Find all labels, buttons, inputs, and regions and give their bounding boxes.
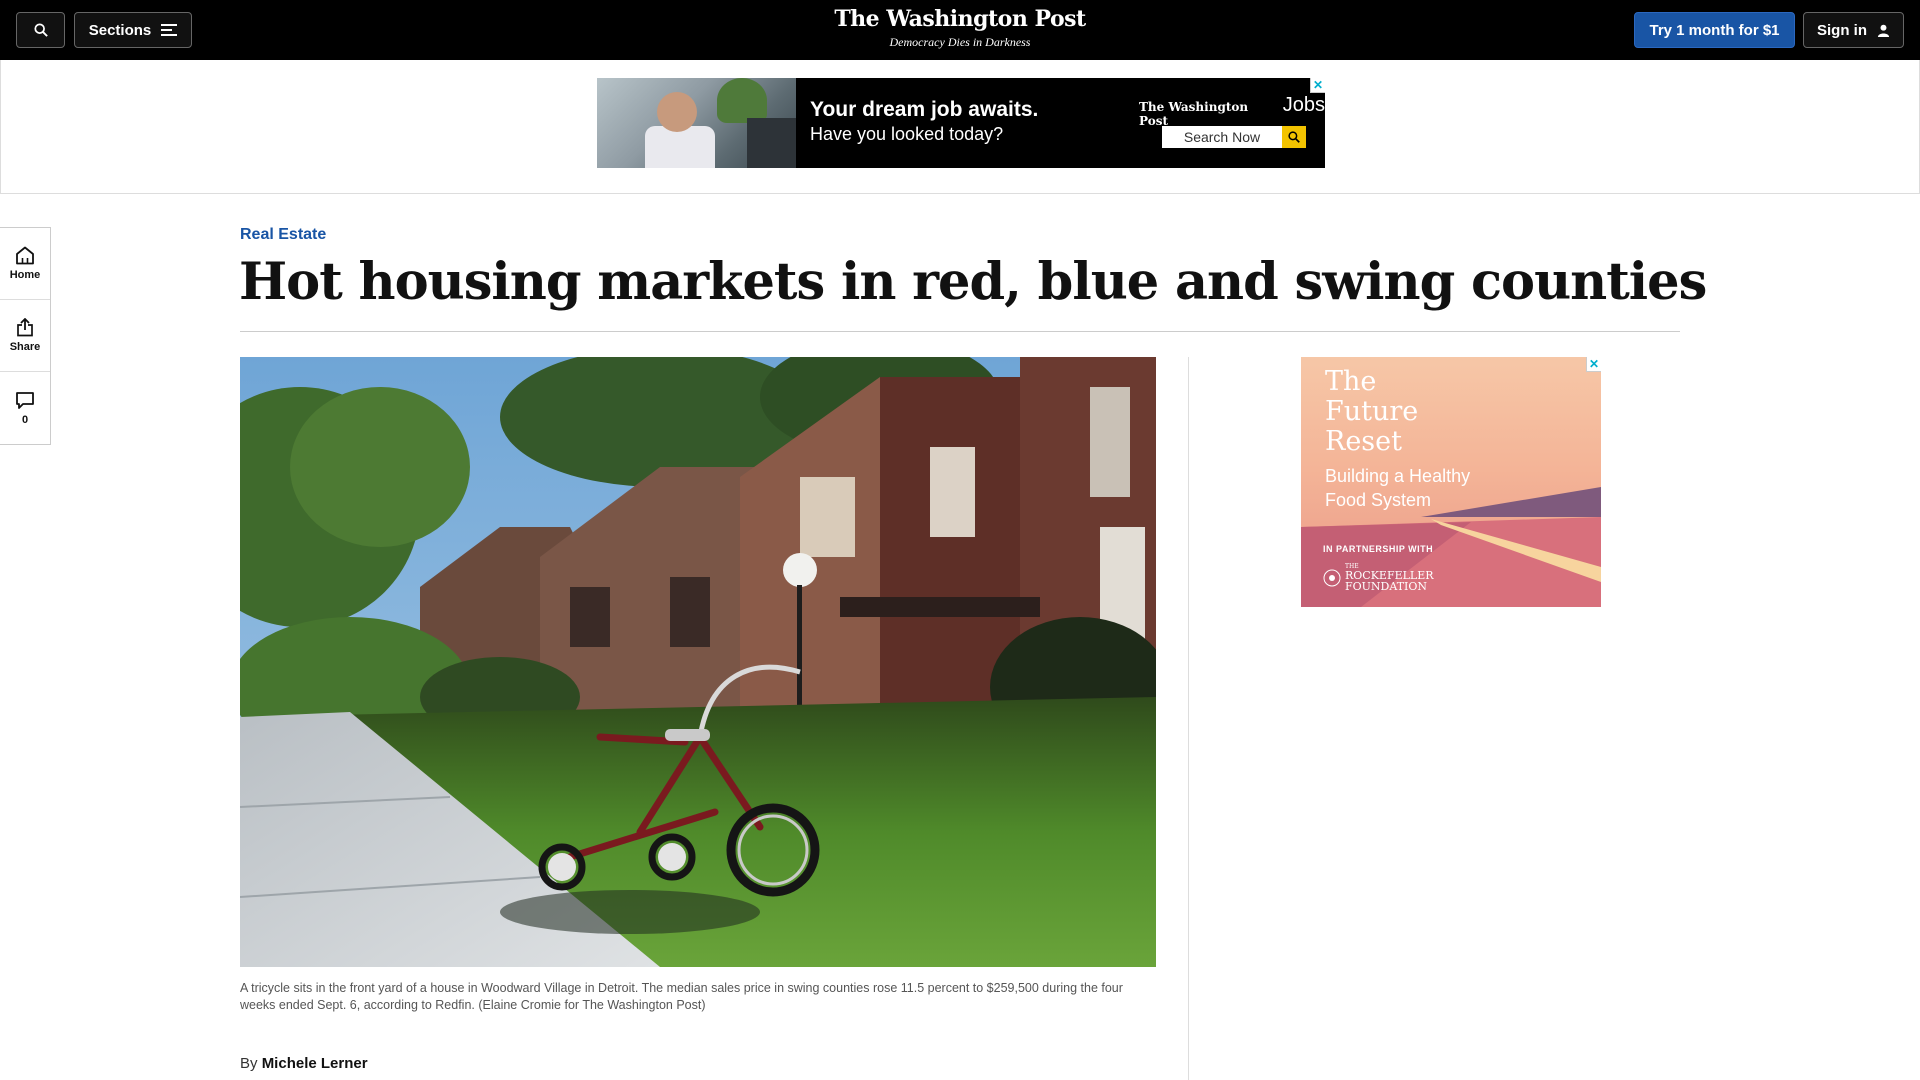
ad-subtitle-line: Building a Healthy: [1325, 466, 1471, 486]
ad-subline: Have you looked today?: [810, 124, 1004, 144]
subscribe-button[interactable]: Try 1 month for $1: [1634, 12, 1795, 48]
photo-caption: A tricycle sits in the front yard of a h…: [240, 981, 1123, 1012]
byline-prefix: By: [240, 1055, 258, 1072]
ad-photo: [597, 78, 796, 168]
jobs-ad-banner[interactable]: Your dream job awaits. Have you looked t…: [597, 78, 1325, 168]
ad-title-line: Reset: [1325, 426, 1402, 457]
search-button[interactable]: [16, 12, 65, 48]
ad-subtitle-line: Food System: [1325, 490, 1432, 510]
sections-label: Sections: [88, 21, 152, 39]
top-ad-strip: Your dream job awaits. Have you looked t…: [0, 60, 1920, 194]
column-divider: [1188, 357, 1189, 1080]
rail-home-button[interactable]: Home: [0, 228, 50, 300]
author-link[interactable]: Michele Lerner: [262, 1055, 368, 1072]
ad-subtitle: Building a Healthy Food System: [1325, 464, 1470, 512]
logo-tagline: Democracy Dies in Darkness: [889, 35, 1031, 49]
comment-icon: [16, 391, 34, 409]
ad-title: The Future Reset: [1325, 367, 1418, 457]
article-headline: Hot housing markets in red, blue and swi…: [239, 252, 1707, 312]
sections-button[interactable]: Sections: [74, 12, 192, 48]
lead-photo[interactable]: [240, 357, 1156, 967]
foundation-name: FOUNDATION: [1345, 580, 1428, 593]
search-icon: [1288, 131, 1300, 143]
site-logo[interactable]: The Washington Post Democracy Dies in Da…: [810, 6, 1110, 50]
ad-search-go-button[interactable]: [1282, 126, 1306, 148]
ad-close-icon[interactable]: ✕: [1310, 78, 1325, 93]
byline: By Michele Lerner: [240, 1055, 368, 1072]
home-icon: [16, 246, 34, 265]
search-icon: [33, 23, 48, 37]
rail-comments-count: 0: [21, 413, 29, 426]
rail-share-button[interactable]: Share: [0, 300, 50, 372]
foundation-emblem-icon: [1323, 569, 1341, 586]
ad-title-line: Future: [1325, 396, 1419, 427]
ad-close-icon[interactable]: ✕: [1586, 357, 1601, 372]
ad-brand-name: The Washington Post: [1139, 100, 1249, 128]
ad-title-line: The: [1325, 366, 1377, 397]
share-icon: [17, 318, 33, 337]
ad-partner-label: IN PARTNERSHIP WITH: [1323, 544, 1434, 554]
logo-name: The Washington Post: [834, 6, 1086, 32]
rail-comments-button[interactable]: 0: [0, 372, 50, 444]
headline-divider: [240, 331, 1680, 332]
ad-brand-suffix: Jobs: [1282, 94, 1325, 116]
left-action-rail: Home Share 0: [0, 227, 51, 445]
sign-in-label: Sign in: [1817, 21, 1867, 39]
section-kicker-link[interactable]: Real Estate: [240, 226, 326, 244]
rail-share-label: Share: [9, 341, 41, 353]
future-reset-ad[interactable]: The Future Reset Building a Healthy Food…: [1301, 357, 1601, 607]
lead-photo-image: [240, 357, 1156, 967]
ad-search-now-button[interactable]: Search Now: [1162, 126, 1282, 148]
ad-brand: The Washington Post Jobs: [1139, 94, 1325, 128]
user-icon: [1877, 24, 1890, 37]
rockefeller-foundation-logo: THE ROCKEFELLER FOUNDATION: [1323, 563, 1434, 592]
top-nav-bar: Sections The Washington Post Democracy D…: [0, 0, 1920, 60]
ad-headline: Your dream job awaits.: [810, 98, 1039, 121]
menu-icon: [161, 24, 178, 36]
sign-in-button[interactable]: Sign in: [1803, 12, 1904, 48]
rail-home-label: Home: [9, 269, 41, 281]
